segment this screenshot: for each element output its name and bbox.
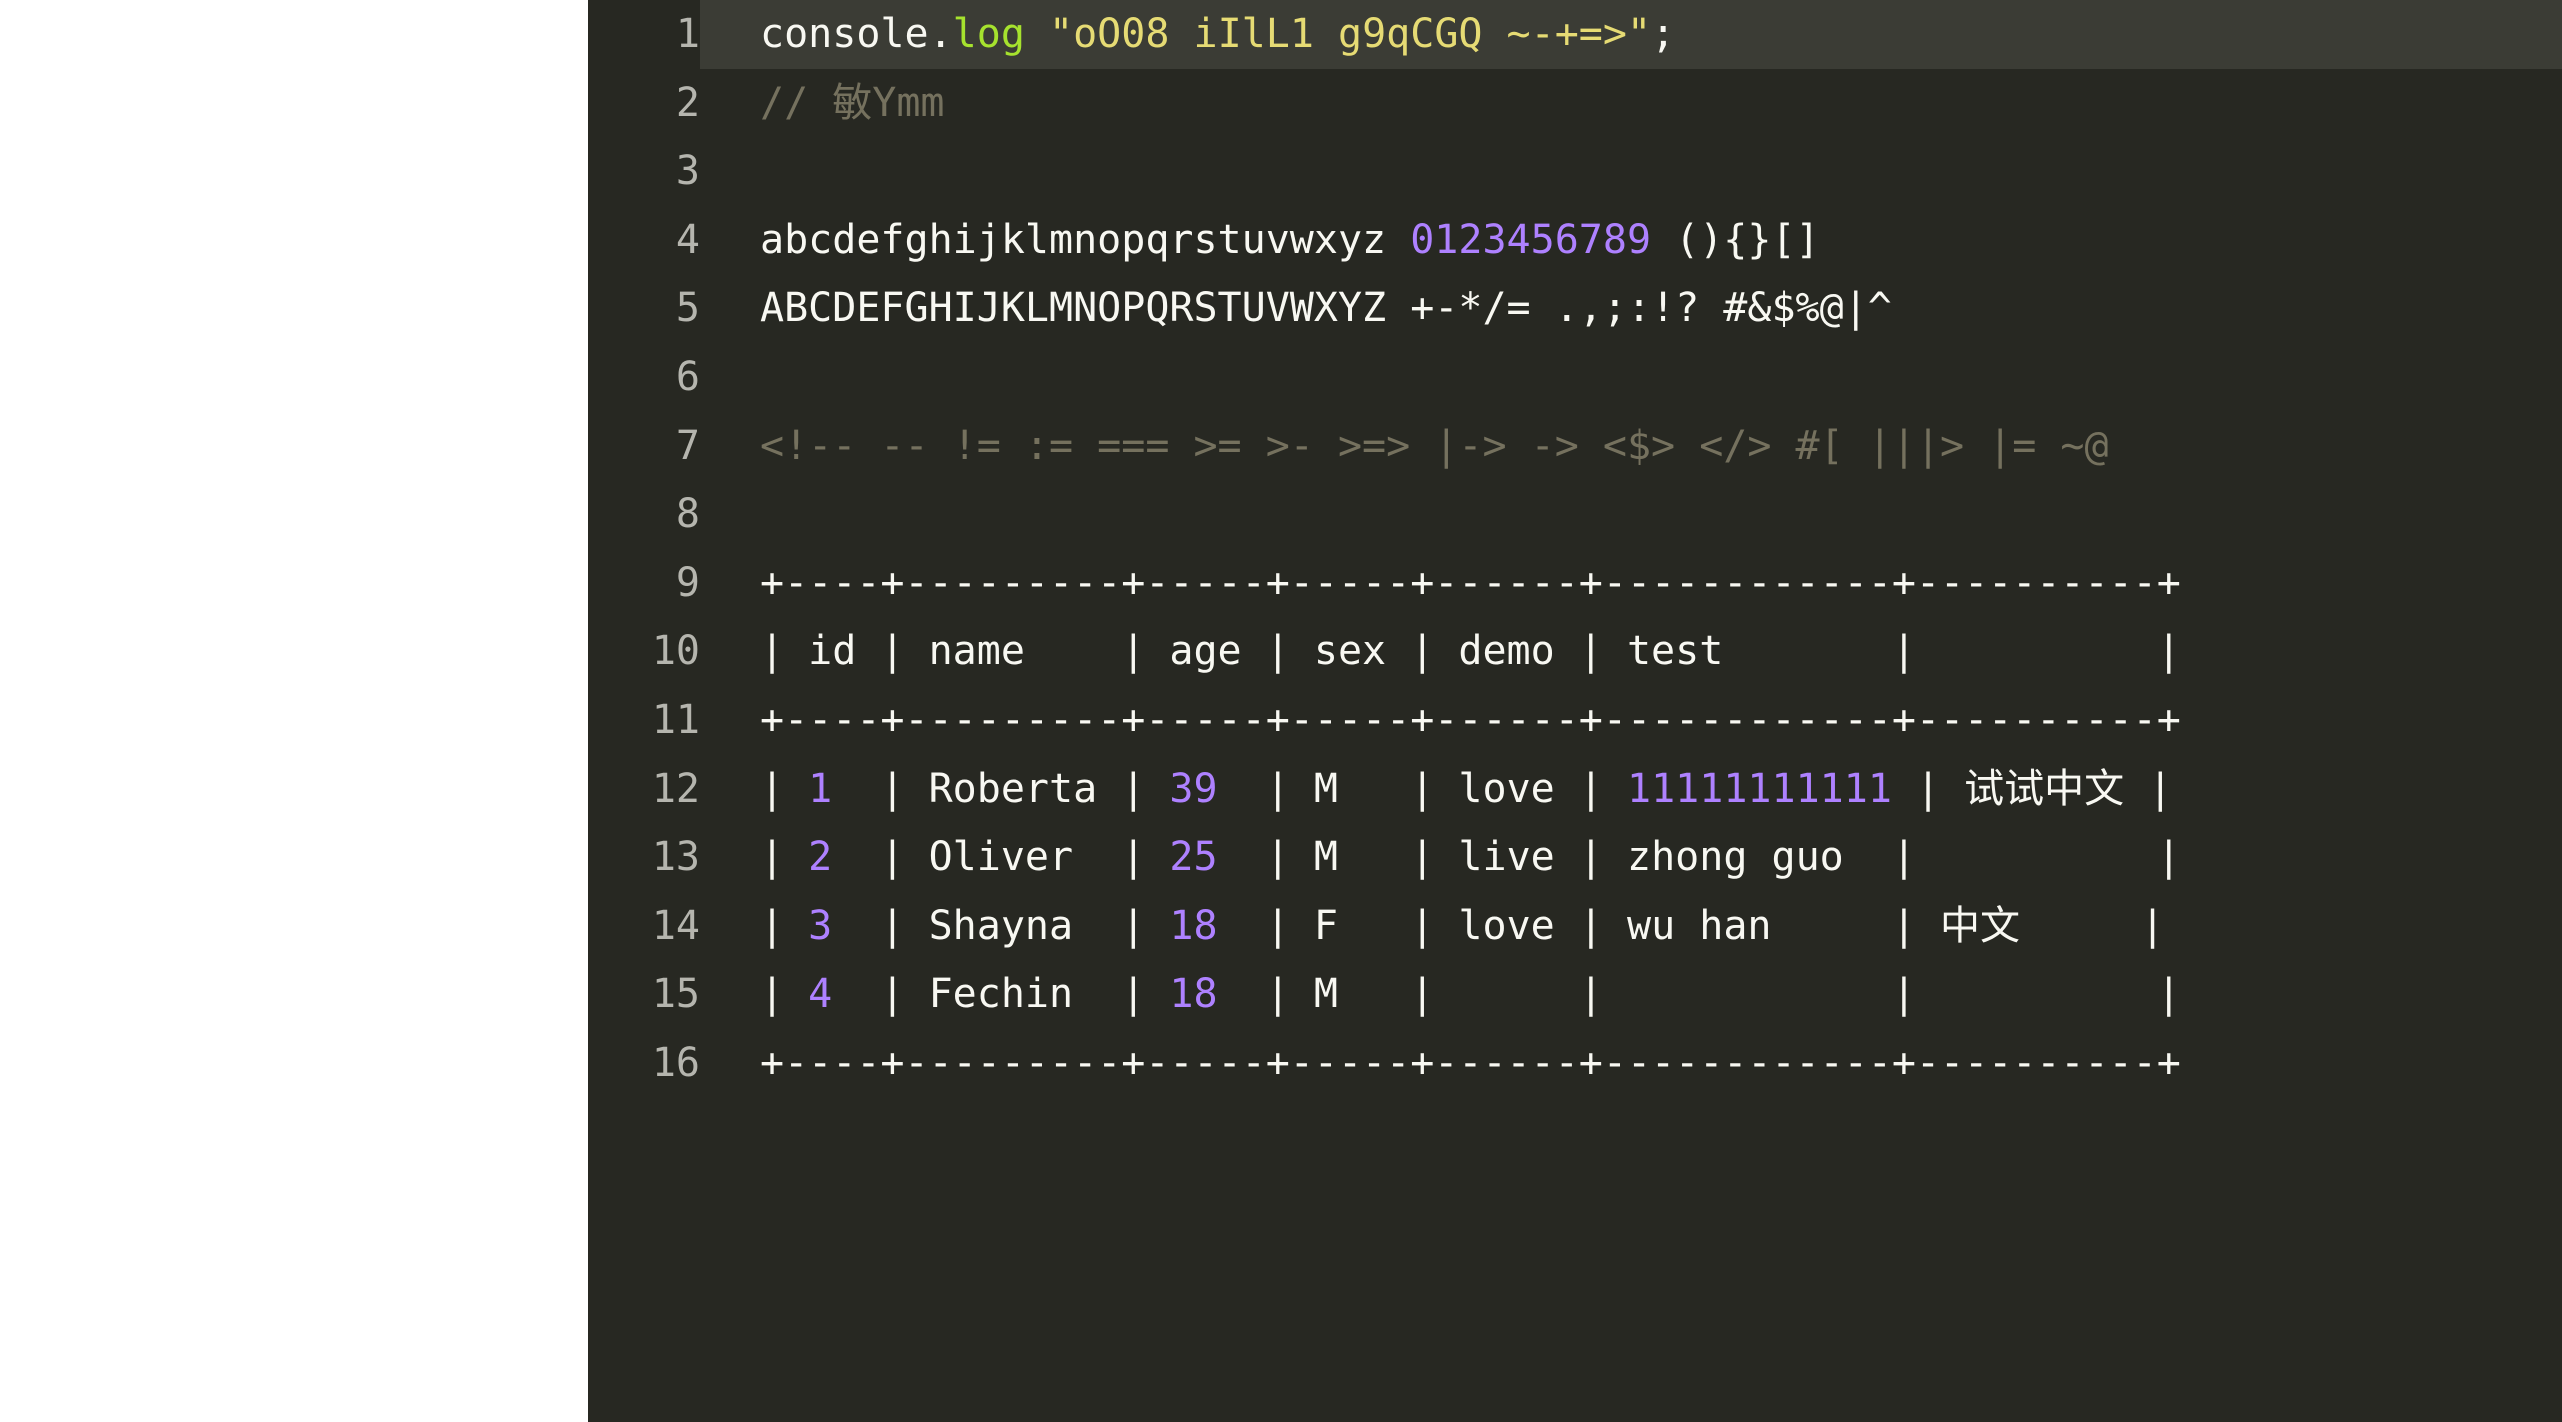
code-line[interactable]: 3 (588, 137, 2562, 206)
code-line[interactable]: 10 | id | name | age | sex | demo | test … (588, 617, 2562, 686)
code-line-content[interactable]: | 4 | Fechin | 18 | M | | | | (700, 960, 2562, 1029)
line-number: 2 (675, 79, 700, 126)
code-line[interactable]: 9 +----+---------+-----+-----+------+----… (588, 549, 2562, 618)
code-token-plain: | F | love | wu han | 中文 | (1217, 902, 2165, 949)
code-line-content[interactable] (700, 137, 2562, 206)
code-line-content[interactable]: +----+---------+-----+-----+------+-----… (700, 1029, 2562, 1098)
code-token-plain: | 试试中文 | (1891, 765, 2173, 812)
code-line-content[interactable]: // 敏Ymm (700, 69, 2562, 138)
code-line-content[interactable]: +----+---------+-----+-----+------+-----… (700, 686, 2562, 755)
code-line[interactable]: 15 | 4 | Fechin | 18 | M | | | | (588, 960, 2562, 1029)
code-line-content[interactable] (700, 343, 2562, 412)
code-line[interactable]: 14 | 3 | Shayna | 18 | F | love | wu han … (588, 892, 2562, 961)
code-line[interactable]: 4 abcdefghijklmnopqrstuvwxyz 0123456789 (… (588, 206, 2562, 275)
code-token-number: 18 (1169, 902, 1218, 949)
code-line-content[interactable]: console.log "oO08 iIlL1 g9qCGQ ~-+=>"; (700, 0, 2562, 69)
code-token-number: 4 (808, 971, 833, 1018)
code-line-content[interactable]: | id | name | age | sex | demo | test | … (700, 617, 2562, 686)
code-token-plain: | M | live | zhong guo | | (1217, 834, 2181, 881)
code-line[interactable]: 6 (588, 343, 2562, 412)
code-line[interactable]: 16 +----+---------+-----+-----+------+---… (588, 1029, 2562, 1098)
code-token-number: 0123456789 (1410, 216, 1652, 263)
code-token-comment: // 敏Ymm (760, 79, 945, 126)
code-token-plain: | M | | | | (1217, 971, 2181, 1018)
code-token-plain: abcdefghijklmnopqrstuvwxyz (760, 216, 1411, 263)
code-token-plain: ABCDEFGHIJKLMNOPQRSTUVWXYZ +-*/= .,;:!? … (760, 285, 1892, 332)
line-number: 9 (675, 559, 700, 606)
code-token-keyword: log (952, 11, 1025, 57)
code-token-plain: +----+---------+-----+-----+------+-----… (760, 1039, 2181, 1086)
code-token-plain: | (760, 902, 809, 949)
code-token-plain: | M | love | (1217, 765, 1627, 812)
code-token-plain: | Fechin | (832, 971, 1170, 1018)
line-number: 11 (651, 696, 700, 743)
code-token-plain: | (760, 765, 809, 812)
code-token-number: 3 (808, 902, 833, 949)
code-token-string: "oO08 iIlL1 g9qCGQ ~-+=>" (1049, 11, 1652, 57)
code-line[interactable]: 2 // 敏Ymm (588, 69, 2562, 138)
line-number: 15 (651, 971, 700, 1018)
line-number: 12 (651, 765, 700, 812)
screen: 1 console.log "oO08 iIlL1 g9qCGQ ~-+=>"; 2… (0, 0, 2562, 1422)
line-number: 1 (675, 11, 700, 57)
code-token-plain: console. (760, 11, 953, 57)
line-number: 5 (675, 285, 700, 332)
code-line-content[interactable]: | 1 | Roberta | 39 | M | love | 11111111… (700, 755, 2562, 824)
code-line-content[interactable]: abcdefghijklmnopqrstuvwxyz 0123456789 ()… (700, 206, 2562, 275)
code-token-number: 39 (1169, 765, 1218, 812)
code-token-plain: | Oliver | (832, 834, 1170, 881)
code-token-plain: | id | name | age | sex | demo | test | … (760, 628, 2181, 675)
code-token-number: 11111111111 (1627, 765, 1892, 812)
code-token-number: 2 (808, 834, 833, 881)
line-number: 4 (675, 216, 700, 263)
code-token-plain: | Roberta | (832, 765, 1170, 812)
line-number: 13 (651, 834, 700, 881)
code-token-plain: +----+---------+-----+-----+------+-----… (760, 696, 2181, 743)
code-line[interactable]: 12 | 1 | Roberta | 39 | M | love | 111111… (588, 755, 2562, 824)
code-line[interactable]: 1 console.log "oO08 iIlL1 g9qCGQ ~-+=>"; (588, 0, 2562, 69)
code-line[interactable]: 13 | 2 | Oliver | 25 | M | live | zhong g… (588, 823, 2562, 892)
code-line-content[interactable]: ABCDEFGHIJKLMNOPQRSTUVWXYZ +-*/= .,;:!? … (700, 274, 2562, 343)
code-line-content[interactable]: | 3 | Shayna | 18 | F | love | wu han | … (700, 892, 2562, 961)
code-line[interactable]: 5 ABCDEFGHIJKLMNOPQRSTUVWXYZ +-*/= .,;:!?… (588, 274, 2562, 343)
code-line[interactable]: 8 (588, 480, 2562, 549)
code-line[interactable]: 7 <!-- -- != := === >= >- >=> |-> -> <$> … (588, 412, 2562, 481)
code-token-number: 1 (808, 765, 833, 812)
code-token-plain: (){}[] (1651, 216, 1820, 263)
code-token-plain: ; (1651, 11, 1676, 57)
code-token-comment: <!-- -- != := === >= >- >=> |-> -> <$> <… (760, 422, 2109, 469)
code-token-plain: | (760, 971, 809, 1018)
code-token-number: 18 (1169, 971, 1218, 1018)
code-token-plain: | (760, 834, 809, 881)
code-line-content[interactable]: +----+---------+-----+-----+------+-----… (700, 549, 2562, 618)
line-number: 16 (651, 1039, 700, 1086)
code-token-number: 25 (1169, 834, 1218, 881)
line-number: 14 (651, 902, 700, 949)
code-line-content[interactable] (700, 480, 2562, 549)
code-editor[interactable]: 1 console.log "oO08 iIlL1 g9qCGQ ~-+=>"; 2… (588, 0, 2562, 1422)
code-token-plain: +----+---------+-----+-----+------+-----… (760, 559, 2181, 606)
line-number: 6 (675, 353, 700, 400)
line-number: 8 (675, 491, 700, 538)
code-line-content[interactable]: <!-- -- != := === >= >- >=> |-> -> <$> <… (700, 412, 2562, 481)
code-line[interactable]: 11 +----+---------+-----+-----+------+---… (588, 686, 2562, 755)
line-number: 3 (675, 148, 700, 195)
line-number: 10 (651, 628, 700, 675)
code-lines-container[interactable]: 1 console.log "oO08 iIlL1 g9qCGQ ~-+=>"; 2… (588, 0, 2562, 1098)
code-token-plain: | Shayna | (832, 902, 1170, 949)
line-number: 7 (675, 422, 700, 469)
code-line-content[interactable]: | 2 | Oliver | 25 | M | live | zhong guo… (700, 823, 2562, 892)
